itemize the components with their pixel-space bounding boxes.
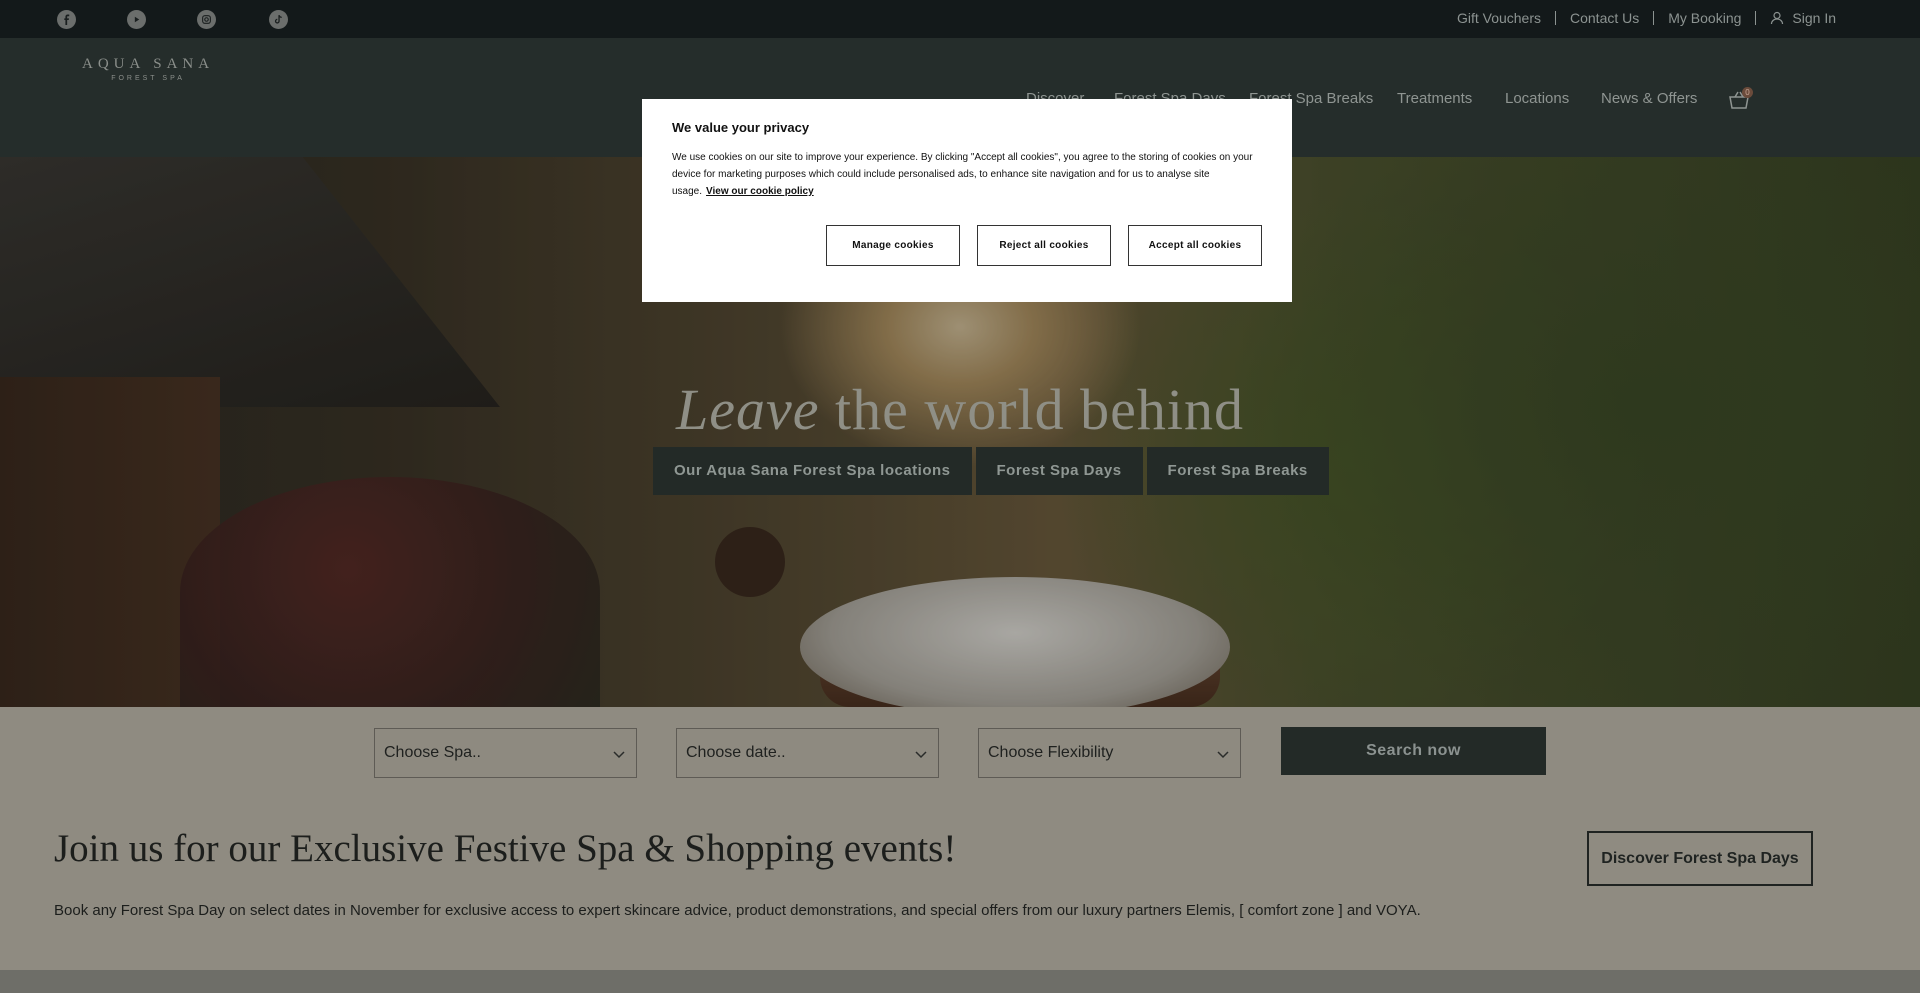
search-bar (0, 707, 1920, 810)
hero-title: Leave the world behind (0, 376, 1920, 443)
flexibility-select[interactable]: Choose Flexibility (978, 728, 1241, 778)
logo[interactable]: AQUA SANA FOREST SPA (82, 56, 214, 82)
chevron-down-icon (1217, 751, 1229, 759)
search-now-button[interactable]: Search now (1281, 727, 1546, 775)
logo-wordmark: AQUA SANA (82, 56, 215, 72)
chevron-down-icon (915, 751, 927, 759)
next-section-strip (0, 970, 1920, 993)
gift-vouchers-link[interactable]: Gift Vouchers (1443, 11, 1556, 25)
hero-title-rest: the world behind (819, 377, 1245, 442)
forest-spa-days-button[interactable]: Forest Spa Days (975, 447, 1143, 495)
cookie-dialog-buttons: Manage cookies Reject all cookies Accept… (826, 225, 1262, 266)
spa-select-label: Choose Spa.. (384, 744, 481, 761)
locations-button[interactable]: Our Aqua Sana Forest Spa locations (653, 447, 972, 495)
user-icon (1771, 11, 1784, 25)
instagram-icon[interactable] (197, 10, 216, 29)
top-bar: Gift Vouchers Contact Us My Booking Sign… (0, 0, 1920, 38)
cookie-dialog-title: We value your privacy (672, 120, 810, 135)
sign-in-link[interactable]: Sign In (1756, 11, 1836, 25)
forest-spa-breaks-button[interactable]: Forest Spa Breaks (1146, 447, 1329, 495)
flexibility-select-label: Choose Flexibility (988, 744, 1114, 761)
cookie-dialog-body: We use cookies on our site to improve yo… (672, 149, 1262, 200)
nav-treatments[interactable]: Treatments (1397, 90, 1472, 110)
youtube-icon[interactable] (127, 10, 146, 29)
logo-subtitle: FOREST SPA (111, 75, 185, 82)
cookie-consent-dialog: We value your privacy We use cookies on … (642, 99, 1292, 302)
hero-title-italic: Leave (675, 377, 820, 442)
basket-count-badge: 0 (1742, 87, 1753, 98)
date-select[interactable]: Choose date.. (676, 728, 939, 778)
manage-cookies-button[interactable]: Manage cookies (826, 225, 960, 266)
sign-in-label: Sign In (1792, 10, 1836, 26)
spa-select[interactable]: Choose Spa.. (374, 728, 637, 778)
cookie-policy-link[interactable]: View our cookie policy (706, 186, 814, 197)
date-select-label: Choose date.. (686, 744, 786, 761)
promo-text: Book any Forest Spa Day on select dates … (54, 902, 1421, 919)
my-booking-link[interactable]: My Booking (1654, 11, 1757, 25)
contact-us-link[interactable]: Contact Us (1556, 11, 1655, 25)
discover-forest-spa-days-button[interactable]: Discover Forest Spa Days (1587, 831, 1813, 886)
hero-buttons: Our Aqua Sana Forest Spa locations Fores… (653, 447, 1329, 495)
promo-title: Join us for our Exclusive Festive Spa & … (54, 827, 957, 870)
facebook-icon[interactable] (57, 10, 76, 29)
chevron-down-icon (613, 751, 625, 759)
nav-news-offers[interactable]: News & Offers (1601, 90, 1697, 110)
reject-all-cookies-button[interactable]: Reject all cookies (977, 225, 1111, 266)
top-links: Gift Vouchers Contact Us My Booking Sign… (1443, 0, 1836, 36)
nav-locations[interactable]: Locations (1505, 90, 1569, 110)
accept-all-cookies-button[interactable]: Accept all cookies (1128, 225, 1262, 266)
tiktok-icon[interactable] (269, 10, 288, 29)
